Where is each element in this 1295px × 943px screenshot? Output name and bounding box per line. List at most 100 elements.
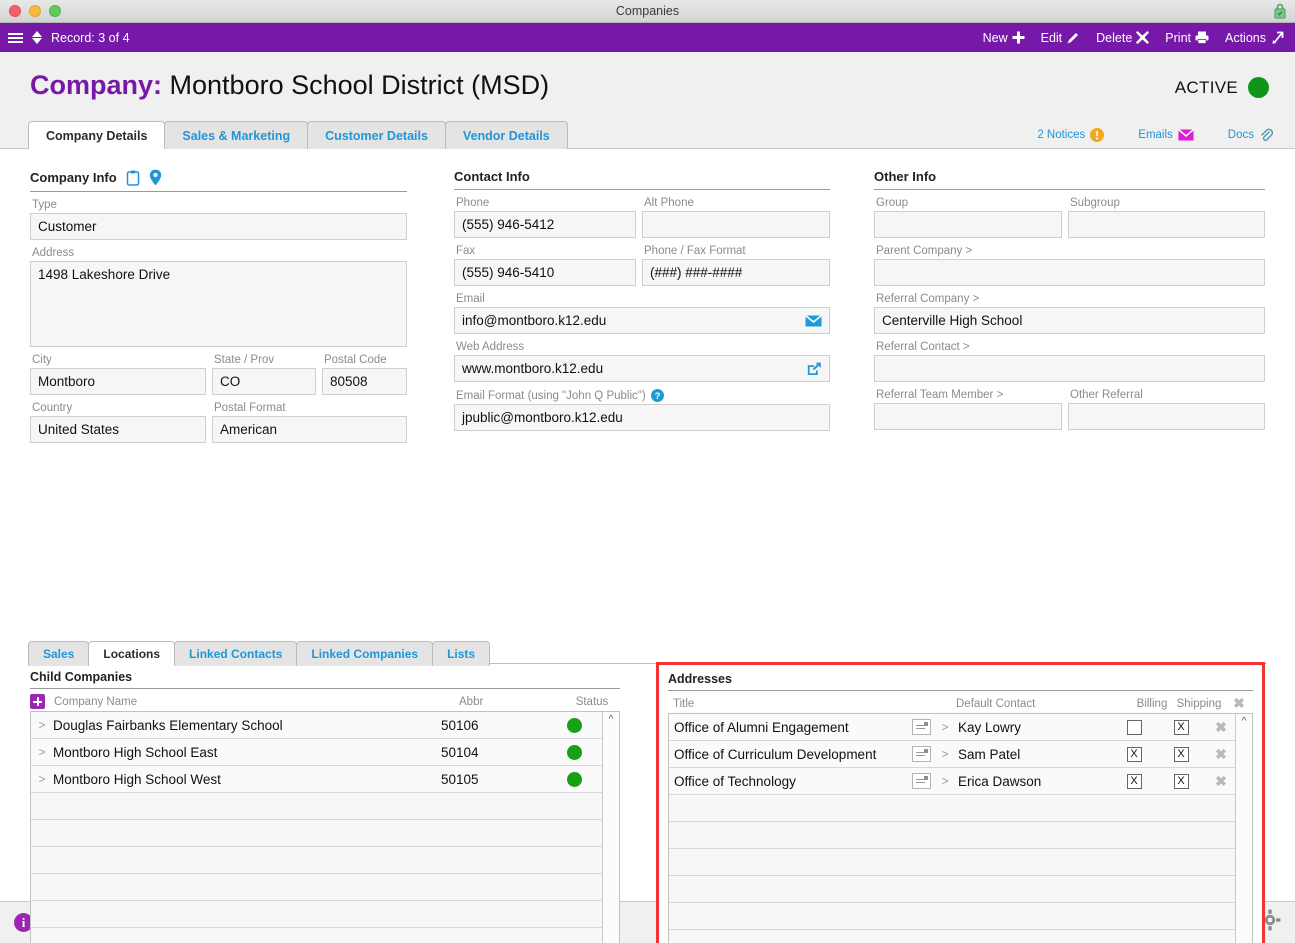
open-website-icon[interactable] — [807, 361, 822, 376]
table-row[interactable]: > Douglas Fairbanks Elementary School 50… — [31, 712, 602, 739]
notices-link[interactable]: 2 Notices — [1037, 128, 1105, 142]
table-row[interactable] — [669, 930, 1235, 943]
table-row[interactable] — [31, 874, 602, 901]
lock-icon[interactable] — [1273, 3, 1287, 24]
table-row[interactable]: Office of Curriculum Development > Sam Pa… — [669, 741, 1235, 768]
email-format-field[interactable]: jpublic@montboro.k12.edu — [454, 404, 830, 431]
table-row[interactable] — [31, 820, 602, 847]
clipboard-icon[interactable] — [126, 170, 140, 186]
fax-field[interactable]: (555) 946-5410 — [454, 259, 636, 286]
table-row[interactable] — [31, 847, 602, 874]
record-toolbar: Record: 3 of 4 New Edit Delete Print Act… — [0, 23, 1295, 52]
sub-tab-lists-label: Lists — [447, 647, 476, 661]
referral-contact-field[interactable] — [874, 355, 1265, 382]
help-icon[interactable]: ? — [650, 389, 664, 402]
city-field[interactable]: Montboro — [30, 368, 206, 395]
email-value: info@montboro.k12.edu — [462, 313, 607, 328]
table-row[interactable]: Office of Technology > Erica Dawson X X ✖ — [669, 768, 1235, 795]
sub-tab-linked-companies[interactable]: Linked Companies — [296, 641, 434, 666]
note-icon[interactable] — [911, 719, 931, 735]
referral-team-member-label[interactable]: Referral Team Member > — [876, 389, 1062, 401]
table-row[interactable] — [669, 903, 1235, 930]
phone-field[interactable]: (555) 946-5412 — [454, 211, 636, 238]
postal-code-field[interactable]: 80508 — [322, 368, 407, 395]
row-delete-icon[interactable]: ✖ — [1207, 746, 1235, 763]
sub-tab-sales[interactable]: Sales — [28, 641, 90, 666]
table-row[interactable] — [31, 901, 602, 928]
shipping-checkbox[interactable]: X — [1173, 719, 1189, 735]
docs-link[interactable]: Docs — [1228, 128, 1273, 142]
shipping-checkbox[interactable]: X — [1173, 746, 1189, 762]
address-field[interactable]: 1498 Lakeshore Drive — [30, 261, 407, 347]
referral-company-field[interactable]: Centerville High School — [874, 307, 1265, 334]
referral-company-label[interactable]: Referral Company > — [876, 293, 1265, 305]
billing-checkbox[interactable]: X — [1126, 773, 1142, 789]
row-status — [546, 717, 602, 733]
row-contact-link-icon[interactable]: > — [938, 747, 952, 761]
emails-link[interactable]: Emails — [1138, 129, 1194, 141]
tab-vendor-details[interactable]: Vendor Details — [444, 121, 568, 149]
table-row[interactable] — [669, 822, 1235, 849]
map-pin-icon[interactable] — [149, 169, 162, 186]
add-child-company-button[interactable] — [30, 694, 45, 709]
parent-company-field[interactable] — [874, 259, 1265, 286]
edit-button[interactable]: Edit — [1041, 31, 1081, 45]
record-navigation-arrows[interactable] — [32, 31, 42, 44]
referral-team-member-field[interactable] — [874, 403, 1062, 430]
note-icon[interactable] — [911, 746, 931, 762]
email-field[interactable]: info@montboro.k12.edu — [454, 307, 830, 334]
tab-sales-marketing[interactable]: Sales & Marketing — [164, 121, 309, 149]
chevron-up-icon[interactable]: ^ — [609, 715, 614, 725]
web-address-field[interactable]: www.montboro.k12.edu — [454, 355, 830, 382]
table-row[interactable]: > Montboro High School West 50105 — [31, 766, 602, 793]
row-delete-icon[interactable]: ✖ — [1207, 773, 1235, 790]
group-field[interactable] — [874, 211, 1062, 238]
sub-tab-locations[interactable]: Locations — [88, 641, 176, 666]
table-row[interactable] — [669, 795, 1235, 822]
row-expand-icon[interactable]: > — [31, 745, 53, 759]
printer-icon — [1195, 31, 1209, 44]
country-field[interactable]: United States — [30, 416, 206, 443]
actions-button[interactable]: Actions — [1225, 31, 1284, 45]
alt-phone-field[interactable] — [642, 211, 830, 238]
other-referral-field[interactable] — [1068, 403, 1265, 430]
row-contact-link-icon[interactable]: > — [938, 774, 952, 788]
chevron-up-icon[interactable]: ^ — [1242, 717, 1247, 727]
hamburger-menu-icon[interactable] — [8, 32, 23, 43]
parent-company-label[interactable]: Parent Company > — [876, 245, 1265, 257]
billing-checkbox[interactable]: X — [1126, 746, 1142, 762]
send-email-icon[interactable] — [805, 314, 822, 327]
row-expand-icon[interactable]: > — [31, 718, 53, 732]
delete-button[interactable]: Delete — [1096, 31, 1150, 45]
table-row[interactable]: Office of Alumni Engagement > Kay Lowry X… — [669, 714, 1235, 741]
tab-company-details[interactable]: Company Details — [28, 121, 166, 149]
table-row[interactable] — [669, 849, 1235, 876]
shipping-checkbox[interactable]: X — [1173, 773, 1189, 789]
referral-contact-label[interactable]: Referral Contact > — [876, 341, 1265, 353]
table-row[interactable] — [669, 876, 1235, 903]
web-address-value: www.montboro.k12.edu — [462, 361, 604, 376]
new-button[interactable]: New — [983, 31, 1025, 45]
addresses-scrollbar[interactable]: ^ ⌄ — [1235, 714, 1252, 943]
table-row[interactable]: > Montboro High School East 50104 — [31, 739, 602, 766]
page-title: Company: Montboro School District (MSD) — [30, 70, 549, 101]
tab-customer-details[interactable]: Customer Details — [307, 121, 446, 149]
table-row[interactable] — [31, 928, 602, 943]
table-row[interactable] — [31, 793, 602, 820]
note-icon[interactable] — [911, 773, 931, 789]
print-button[interactable]: Print — [1165, 31, 1209, 45]
child-companies-scrollbar[interactable]: ^ ⌄ — [602, 712, 619, 943]
type-field[interactable]: Customer — [30, 213, 407, 240]
row-default-contact: Kay Lowry — [958, 719, 1022, 735]
row-contact-link-icon[interactable]: > — [938, 720, 952, 734]
delete-all-icon[interactable]: ✖ — [1225, 695, 1253, 712]
sub-tab-linked-contacts[interactable]: Linked Contacts — [174, 641, 298, 666]
subgroup-field[interactable] — [1068, 211, 1265, 238]
sub-tab-lists[interactable]: Lists — [432, 641, 491, 666]
billing-checkbox[interactable] — [1126, 719, 1142, 735]
row-delete-icon[interactable]: ✖ — [1207, 719, 1235, 736]
phone-fax-format-field[interactable]: (###) ###-#### — [642, 259, 830, 286]
row-expand-icon[interactable]: > — [31, 772, 53, 786]
state-field[interactable]: CO — [212, 368, 316, 395]
postal-format-field[interactable]: American — [212, 416, 407, 443]
